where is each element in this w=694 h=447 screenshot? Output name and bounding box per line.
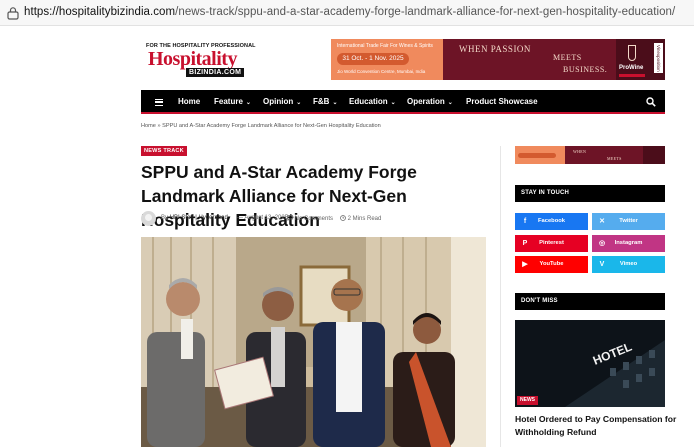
nav-item-operation[interactable]: Operation ⌄: [407, 90, 453, 114]
ad-sponsor: ProWine: [619, 65, 644, 71]
logo-brand: Hospitality: [148, 48, 237, 70]
browser-address-bar[interactable]: https://hospitalitybizindia.com/news-tra…: [0, 0, 694, 26]
social-label: Facebook: [537, 218, 566, 224]
sidebar-ad-right: [643, 146, 665, 164]
nav-item-product-showcase[interactable]: Product Showcase: [466, 90, 538, 114]
ad-vertical-text: Vinexposition: [654, 43, 663, 73]
dont-miss-title[interactable]: Hotel Ordered to Pay Compensation for Wi…: [515, 413, 694, 439]
social-label: YouTube: [539, 261, 564, 267]
nav-item-education[interactable]: Education ⌄: [349, 90, 396, 114]
stay-in-touch-heading: STAY IN TOUCH: [515, 185, 665, 202]
social-label: Vimeo: [619, 261, 638, 267]
ad-slogan-line2: MEETS: [553, 53, 582, 62]
ad-dates: 31 Oct. - 1 Nov. 2025: [337, 53, 409, 65]
ad-event-name: International Trade Fair For Wines & Spi…: [337, 43, 433, 49]
search-icon[interactable]: [646, 97, 656, 107]
url-domain: https://hospitalitybizindia.com: [24, 6, 176, 18]
ad-slogan-line3: BUSINESS.: [563, 65, 608, 74]
ad-venue: Jio World Convention Centre, Mumbai, Ind…: [337, 69, 426, 74]
main-navigation: Home Feature ⌄ Opinion ⌄ F&B ⌄ Education ⌄ O…: [141, 90, 665, 114]
sidebar-banner-ad[interactable]: WHEN MEETS: [515, 146, 665, 164]
site-logo[interactable]: FOR THE HOSPITALITY PROFESSIONAL Hospita…: [146, 43, 256, 79]
social-facebook-button[interactable]: f Facebook: [515, 213, 588, 230]
social-label: Instagram: [614, 240, 643, 246]
sidebar-ad-left: [515, 146, 565, 164]
header-banner-ad[interactable]: International Trade Fair For Wines & Spi…: [331, 39, 665, 80]
chevron-down-icon: ⌄: [245, 100, 251, 106]
dont-miss-image[interactable]: HOTEL: [515, 320, 665, 407]
social-youtube-button[interactable]: ▶ YouTube: [515, 256, 588, 273]
nav-item-feature[interactable]: Feature ⌄: [214, 90, 251, 114]
nav-item-fnb[interactable]: F&B ⌄: [313, 90, 337, 114]
chevron-down-icon: ⌄: [296, 100, 302, 106]
category-badge[interactable]: NEWS TRACK: [141, 146, 187, 156]
social-instagram-button[interactable]: ◎ Instagram: [592, 235, 665, 252]
ad-slogan-panel: WHEN PASSION MEETS BUSINESS.: [443, 39, 623, 80]
dont-miss-badge[interactable]: NEWS: [517, 396, 538, 405]
column-divider: [500, 146, 501, 447]
author-name[interactable]: HBI Staff | Hyderabad: [170, 215, 228, 221]
publish-date: — August 13, 2025: [237, 215, 289, 221]
comments-link[interactable]: No Comments: [287, 215, 333, 222]
hotel-sign-photo: HOTEL: [515, 320, 665, 407]
read-time: 2 Mins Read: [340, 215, 381, 222]
clock-icon: [340, 215, 346, 221]
article-meta: By HBI Staff | Hyderabad — August 13, 20…: [141, 210, 486, 226]
wine-glass-icon: [628, 45, 636, 61]
chevron-down-icon: ⌄: [447, 100, 453, 106]
author-byline: By HBI Staff | Hyderabad: [161, 215, 228, 221]
social-twitter-button[interactable]: ✕ Twitter: [592, 213, 665, 230]
ad-sponsor-panel: ProWine Vinexposition: [616, 39, 665, 80]
social-pinterest-button[interactable]: P Pinterest: [515, 235, 588, 252]
sidebar-ad-word3: MEETS: [607, 156, 622, 161]
article-photo: [141, 237, 486, 447]
nav-item-home[interactable]: Home: [178, 90, 200, 114]
chevron-down-icon: ⌄: [332, 100, 338, 106]
ad-slogan-line1: WHEN PASSION: [459, 44, 531, 54]
url-path: /news-track/sppu-and-a-star-academy-forg…: [175, 6, 676, 18]
author-avatar[interactable]: [141, 211, 156, 226]
site-info-icon[interactable]: [6, 6, 20, 20]
ad-sponsor-region-bar: [619, 74, 645, 77]
social-vimeo-button[interactable]: V Vimeo: [592, 256, 665, 273]
nav-item-opinion[interactable]: Opinion ⌄: [263, 90, 301, 114]
ad-event-panel: International Trade Fair For Wines & Spi…: [331, 39, 443, 80]
chevron-down-icon: ⌄: [390, 100, 396, 106]
dont-miss-heading: DON'T MISS: [515, 293, 665, 310]
url-text[interactable]: https://hospitalitybizindia.com/news-tra…: [24, 6, 675, 18]
social-label: Pinterest: [539, 240, 564, 246]
social-label: Twitter: [619, 218, 638, 224]
breadcrumb[interactable]: Home » SPPU and A-Star Academy Forge Lan…: [141, 123, 381, 129]
sidebar-ad-word1: WHEN: [573, 149, 587, 154]
menu-icon[interactable]: [155, 99, 163, 106]
article-featured-image[interactable]: [141, 237, 486, 447]
logo-biz: BIZINDIA.COM: [186, 68, 245, 77]
comment-icon: [287, 215, 293, 222]
